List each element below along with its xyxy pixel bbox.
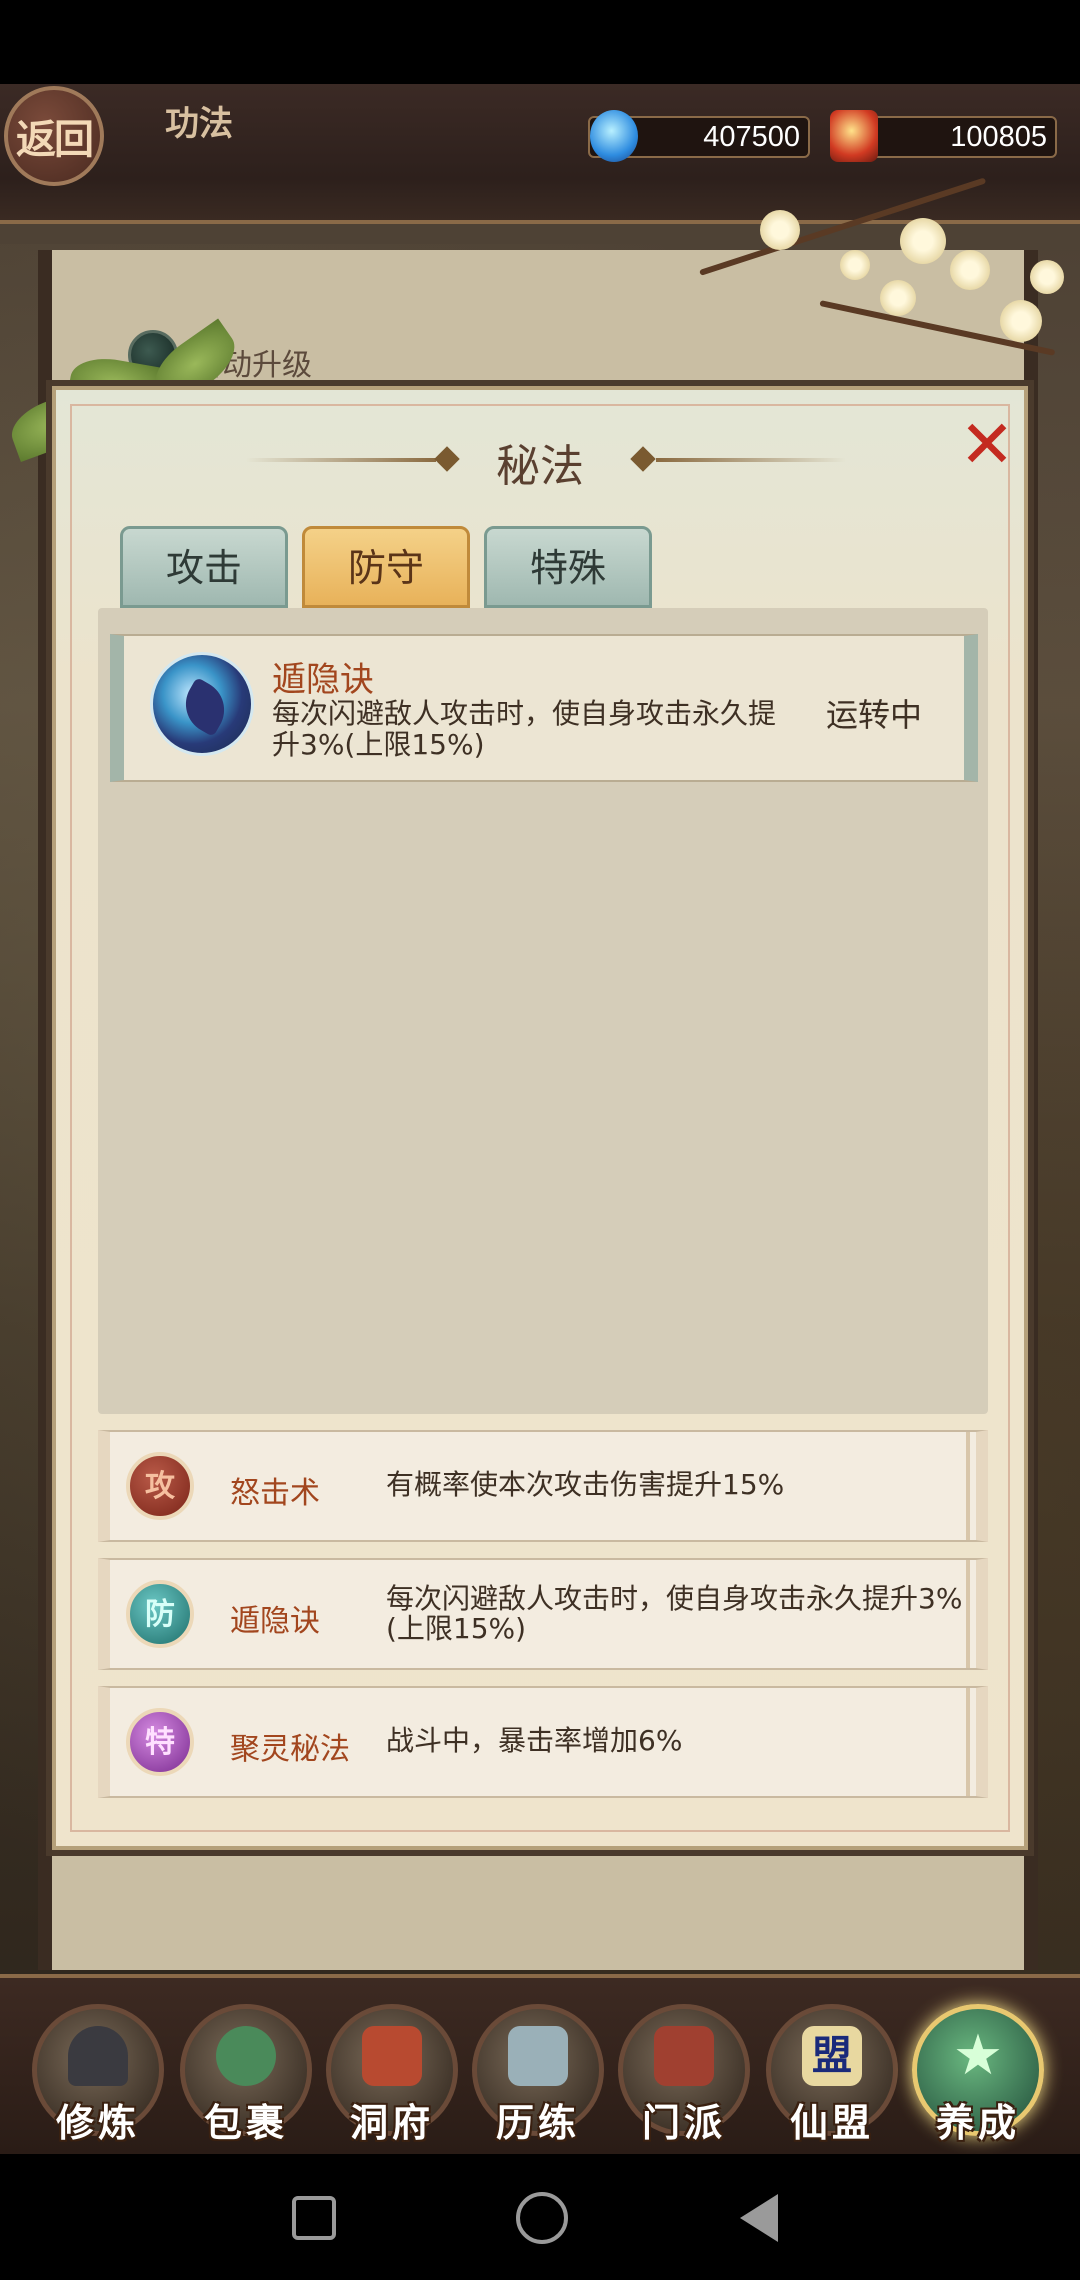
tab-special[interactable]: 特殊: [484, 526, 652, 608]
nav-bag[interactable]: 包裹: [180, 2004, 312, 2145]
equipped-skill-name: 遁隐诀: [230, 1604, 320, 1639]
back-triangle-icon[interactable]: [740, 2194, 778, 2242]
nav-sect[interactable]: 门派: [618, 2004, 750, 2145]
cultivator-figure-icon: [68, 2026, 128, 2086]
recent-apps-icon[interactable]: [292, 2196, 336, 2240]
secret-arts-dialog: 秘法 ✕ 攻击 防守 特殊 遁隐诀 每次闪避敌人攻击时，使自身攻击永久提升3%(…: [52, 386, 1028, 1850]
equipped-skill-name: 怒击术: [230, 1476, 320, 1511]
special-badge-icon: 特: [126, 1708, 194, 1776]
nav-label: 洞府: [349, 2100, 434, 2145]
nav-label: 门派: [641, 2100, 726, 2145]
equipped-skill-description: 每次闪避敌人攻击时，使自身攻击永久提升3%(上限15%): [386, 1582, 963, 1645]
skill-name: 遁隐诀: [272, 660, 374, 700]
dodge-skill-icon: [150, 652, 254, 756]
bag-pouch-icon: [216, 2026, 276, 2086]
title-ornament-right: [656, 458, 846, 462]
page-title: 功法: [165, 104, 233, 144]
equipped-skill-description: 战斗中，暴击率增加6%: [386, 1724, 683, 1757]
equipped-skill-name: 聚灵秘法: [230, 1732, 350, 1767]
tab-attack[interactable]: 攻击: [120, 526, 288, 608]
cave-building-icon: [362, 2026, 422, 2086]
tab-defense[interactable]: 防守: [302, 526, 470, 608]
defense-badge-icon: 防: [126, 1580, 194, 1648]
equipped-slot-special[interactable]: 特 聚灵秘法 战斗中，暴击率增加6%: [98, 1686, 988, 1798]
gold-ingot-icon: [830, 110, 878, 162]
alliance-emblem: 盟: [812, 2032, 852, 2079]
nav-cultivate[interactable]: 修炼: [32, 2004, 164, 2145]
skill-card[interactable]: 遁隐诀 每次闪避敌人攻击时，使自身攻击永久提升3%(上限15%) 运转中: [110, 634, 978, 782]
nav-label: 包裹: [203, 2100, 288, 2145]
skill-description: 每次闪避敌人攻击时，使自身攻击永久提升3%(上限15%): [272, 697, 777, 761]
nav-training[interactable]: 历练: [472, 2004, 604, 2145]
status-bar: [0, 0, 1080, 84]
equipped-slot-attack[interactable]: 攻 怒击术 有概率使本次攻击伤害提升15%: [98, 1430, 988, 1542]
attack-badge-icon: 攻: [126, 1452, 194, 1520]
star-icon: ★: [952, 2023, 1004, 2088]
skill-status: 运转中: [826, 696, 923, 734]
nav-label: 修炼: [55, 2100, 140, 2145]
equipped-skill-description: 有概率使本次攻击伤害提升15%: [386, 1468, 785, 1501]
nav-nurture[interactable]: ★ 养成: [912, 2004, 1044, 2145]
home-icon[interactable]: [516, 2192, 568, 2244]
equipped-slot-defense[interactable]: 防 遁隐诀 每次闪避敌人攻击时，使自身攻击永久提升3%(上限15%): [98, 1558, 988, 1670]
scroll-paper-icon: [508, 2026, 568, 2086]
nav-label: 养成: [935, 2100, 1020, 2145]
sect-building-icon: [654, 2026, 714, 2086]
dialog-title: 秘法: [496, 441, 584, 492]
nav-cave[interactable]: 洞府: [326, 2004, 458, 2145]
spirit-stone-icon: [590, 110, 638, 162]
close-icon[interactable]: ✕: [952, 412, 1022, 482]
nav-label: 历练: [495, 2100, 580, 2145]
nav-label: 仙盟: [789, 2100, 874, 2145]
nav-alliance[interactable]: 盟 仙盟: [766, 2004, 898, 2145]
back-button[interactable]: 返回: [4, 86, 104, 186]
system-nav-bar: [0, 2154, 1080, 2280]
